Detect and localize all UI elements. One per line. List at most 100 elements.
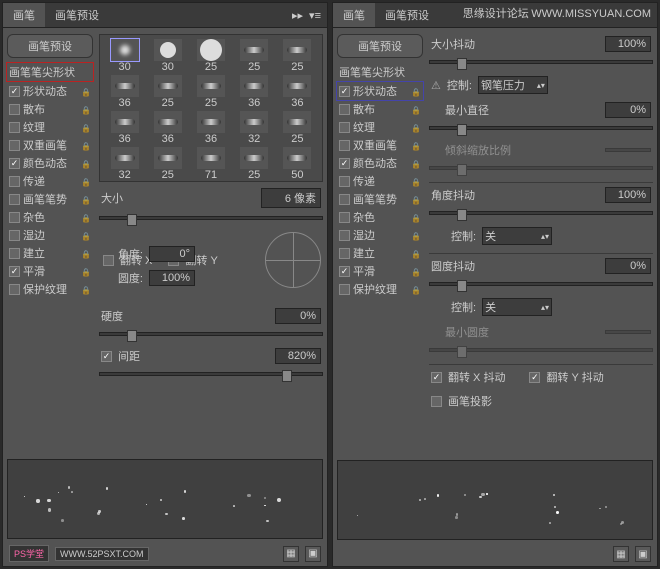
option-1[interactable]: 散布 (7, 100, 93, 118)
option-8[interactable]: 湿边 (7, 226, 93, 244)
option-check[interactable] (339, 266, 350, 277)
lock-icon[interactable] (411, 248, 421, 259)
lock-icon[interactable] (411, 266, 421, 277)
size-slider[interactable] (99, 216, 323, 220)
brush-thumb[interactable]: 32 (104, 147, 145, 181)
lock-icon[interactable] (81, 194, 91, 205)
lock-icon[interactable] (411, 194, 421, 205)
brush-thumb[interactable]: 25 (234, 147, 275, 181)
brush-thumb[interactable]: 25 (277, 111, 318, 145)
round-jitter-field[interactable]: 0% (605, 258, 651, 274)
size-jitter-slider[interactable] (429, 60, 653, 64)
lock-icon[interactable] (411, 176, 421, 187)
min-diam-slider[interactable] (429, 126, 653, 130)
option-10[interactable]: 平滑 (337, 262, 423, 280)
option-0[interactable]: 形状动态 (337, 82, 423, 100)
control-dropdown[interactable]: 钢笔压力▴▾ (478, 76, 548, 94)
brush-thumb[interactable]: 36 (234, 75, 275, 109)
option-9[interactable]: 建立 (7, 244, 93, 262)
preset-button[interactable]: 画笔预设 (7, 34, 93, 58)
round-control-dd[interactable]: 关▴▾ (482, 298, 552, 316)
brush-thumb[interactable]: 71 (190, 147, 231, 181)
doc-icon-r[interactable]: ▣ (635, 546, 651, 562)
option-check[interactable] (9, 194, 20, 205)
option-check[interactable] (339, 104, 350, 115)
round-jitter-slider[interactable] (429, 282, 653, 286)
option-check[interactable] (9, 266, 20, 277)
brush-thumb[interactable]: 50 (277, 147, 318, 181)
brush-thumbnails[interactable]: 3030252525362525363636363632253225712550… (99, 34, 323, 182)
option-check[interactable] (9, 284, 20, 295)
option-check[interactable] (9, 140, 20, 151)
lock-icon[interactable] (81, 158, 91, 169)
brush-thumb[interactable]: 25 (234, 39, 275, 73)
new-icon-r[interactable]: ▦ (613, 546, 629, 562)
angle-jitter-slider[interactable] (429, 211, 653, 215)
lock-icon[interactable] (81, 248, 91, 259)
preset-button-r[interactable]: 画笔预设 (337, 34, 423, 58)
lock-icon[interactable] (411, 212, 421, 223)
brush-thumb[interactable]: 25 (277, 39, 318, 73)
option-5[interactable]: 传递 (337, 172, 423, 190)
brush-thumb[interactable]: 36 (277, 75, 318, 109)
option-check[interactable] (9, 86, 20, 97)
option-check[interactable] (339, 140, 350, 151)
option-3[interactable]: 双重画笔 (337, 136, 423, 154)
lock-icon[interactable] (411, 122, 421, 133)
brush-thumb[interactable]: 25 (190, 39, 231, 73)
option-2[interactable]: 纹理 (337, 118, 423, 136)
option-check[interactable] (9, 248, 20, 259)
option-6[interactable]: 画笔笔势 (7, 190, 93, 208)
lock-icon[interactable] (81, 212, 91, 223)
option-check[interactable] (9, 212, 20, 223)
option-check[interactable] (339, 86, 350, 97)
option-9[interactable]: 建立 (337, 244, 423, 262)
tip-shape[interactable]: 画笔笔尖形状 (7, 63, 93, 81)
brush-thumb[interactable]: 36 (104, 111, 145, 145)
option-check[interactable] (9, 176, 20, 187)
option-2[interactable]: 纹理 (7, 118, 93, 136)
lock-icon[interactable] (81, 104, 91, 115)
option-11[interactable]: 保护纹理 (7, 280, 93, 298)
option-10[interactable]: 平滑 (7, 262, 93, 280)
lock-icon[interactable] (411, 230, 421, 241)
projection-check[interactable] (431, 396, 442, 407)
doc-icon[interactable]: ▣ (305, 546, 321, 562)
brush-thumb[interactable]: 32 (234, 111, 275, 145)
brush-thumb[interactable]: 36 (190, 111, 231, 145)
lock-icon[interactable] (81, 176, 91, 187)
lock-icon[interactable] (81, 230, 91, 241)
option-7[interactable]: 杂色 (7, 208, 93, 226)
lock-icon[interactable] (81, 284, 91, 295)
option-4[interactable]: 颜色动态 (7, 154, 93, 172)
option-5[interactable]: 传递 (7, 172, 93, 190)
angle-jitter-field[interactable]: 100% (605, 187, 651, 203)
option-0[interactable]: 形状动态 (7, 82, 93, 100)
hardness-slider[interactable] (99, 332, 323, 336)
option-6[interactable]: 画笔笔势 (337, 190, 423, 208)
option-check[interactable] (339, 122, 350, 133)
spacing-check[interactable] (101, 351, 112, 362)
option-11[interactable]: 保护纹理 (337, 280, 423, 298)
angle-control-dd[interactable]: 关▴▾ (482, 227, 552, 245)
brush-thumb[interactable]: 25 (190, 75, 231, 109)
lock-icon[interactable] (411, 86, 421, 97)
angle-widget[interactable] (265, 232, 321, 288)
brush-thumb[interactable]: 30 (147, 39, 188, 73)
option-1[interactable]: 散布 (337, 100, 423, 118)
lock-icon[interactable] (81, 266, 91, 277)
brush-thumb[interactable]: 36 (104, 75, 145, 109)
tab-preset-r[interactable]: 画笔预设 (375, 3, 439, 27)
angle-field[interactable]: 0° (149, 246, 195, 262)
lock-icon[interactable] (81, 140, 91, 151)
min-diam-field[interactable]: 0% (605, 102, 651, 118)
size-field[interactable]: 6 像素 (261, 188, 321, 208)
option-check[interactable] (339, 284, 350, 295)
spacing-field[interactable]: 820% (275, 348, 321, 364)
option-check[interactable] (339, 212, 350, 223)
lock-icon[interactable] (411, 140, 421, 151)
lock-icon[interactable] (81, 86, 91, 97)
option-check[interactable] (9, 230, 20, 241)
flipx-jitter-check[interactable] (431, 372, 442, 383)
option-7[interactable]: 杂色 (337, 208, 423, 226)
